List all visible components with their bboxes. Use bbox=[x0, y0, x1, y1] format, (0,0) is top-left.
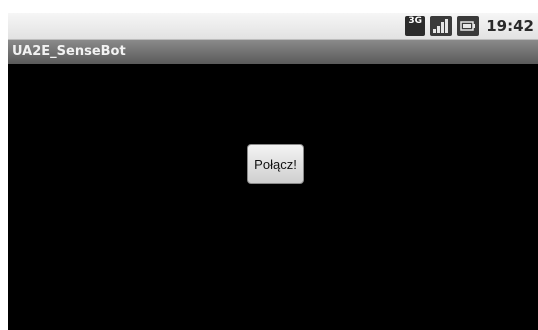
status-icons: 3G 19:42 bbox=[405, 16, 534, 36]
battery-icon bbox=[457, 16, 480, 36]
app-title: UA2E_SenseBot bbox=[12, 44, 126, 59]
device-screen: 3G 19:42 UA2E_SenseBot Połącz! bbox=[8, 13, 538, 330]
app-title-bar: UA2E_SenseBot bbox=[8, 40, 538, 64]
connect-button[interactable]: Połącz! bbox=[247, 144, 304, 184]
clock: 19:42 bbox=[486, 17, 534, 35]
status-bar: 3G 19:42 bbox=[8, 13, 538, 40]
network-type-label: 3G bbox=[408, 16, 423, 26]
network-3g-icon: 3G bbox=[405, 16, 426, 36]
signal-strength-icon bbox=[430, 16, 453, 36]
app-content bbox=[8, 64, 538, 330]
